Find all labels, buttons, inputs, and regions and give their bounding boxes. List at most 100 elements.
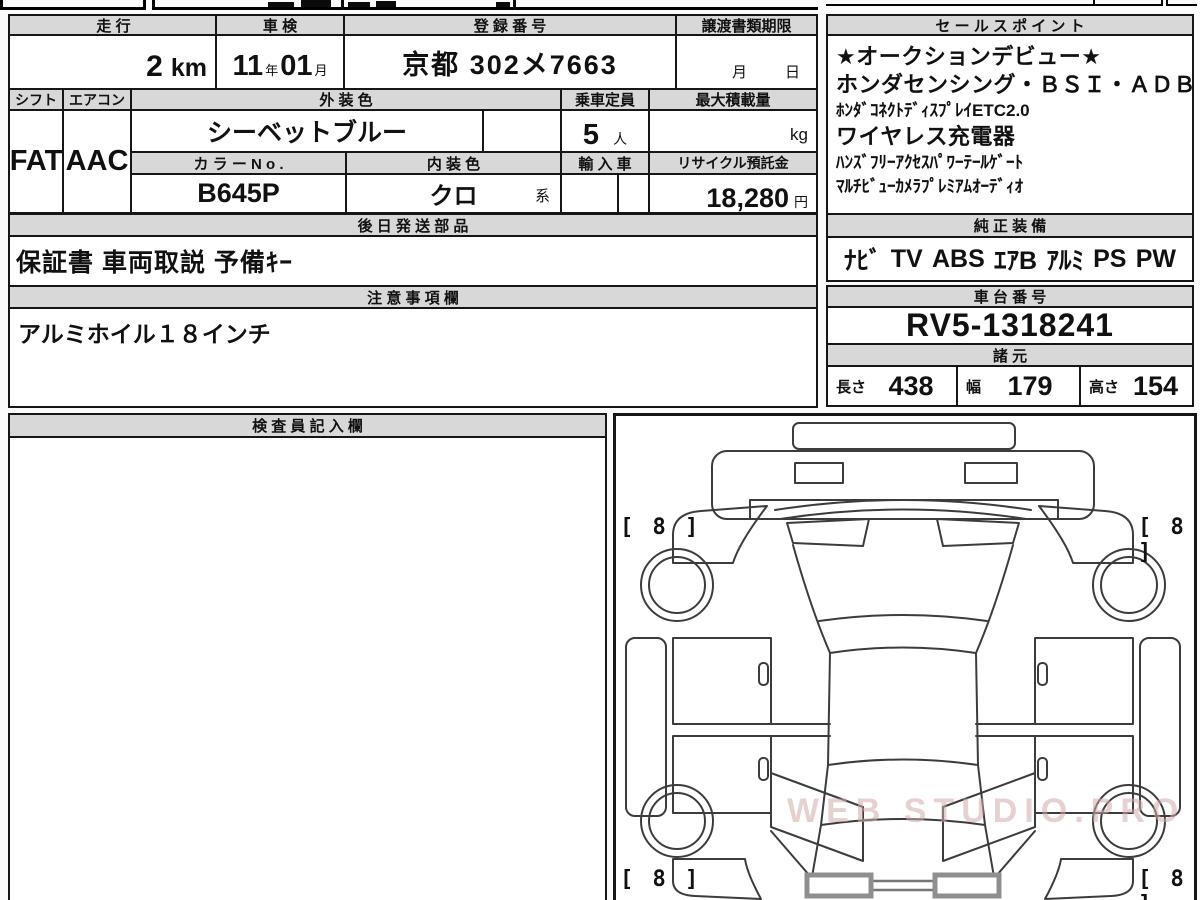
spec-width-label: 幅 bbox=[966, 378, 982, 396]
inspection-month-unit: 月 bbox=[314, 63, 328, 78]
inspection-header: 車 検 bbox=[215, 14, 345, 36]
recycle-deposit-value: 18,280 bbox=[706, 183, 789, 213]
import-header: 輸 入 車 bbox=[560, 151, 650, 175]
car-wheel-front-right-inner bbox=[1100, 556, 1158, 614]
remnant-glyph-fragment bbox=[376, 1, 396, 7]
spec-width-value: 179 bbox=[1007, 370, 1053, 401]
sales-point-line: ﾎﾝﾀﾞｺﾈｸﾄﾃﾞｨｽﾌﾟﾚｲETC2.0 bbox=[836, 101, 1030, 120]
mileage-unit: km bbox=[170, 54, 207, 82]
exterior-color-value: シーベットブルー bbox=[206, 119, 407, 147]
remnant-glyph-fragment bbox=[496, 2, 510, 7]
inspection-year: 11 bbox=[232, 50, 264, 82]
car-left-rear-handle bbox=[758, 757, 769, 781]
specs-header: 諸 元 bbox=[826, 343, 1194, 367]
inspection-value-cell: 11 年 01 月 bbox=[215, 34, 345, 90]
car-tail-side-right bbox=[984, 824, 995, 878]
equipment-item: PW bbox=[1135, 244, 1176, 273]
car-right-front-fender bbox=[1038, 505, 1134, 564]
spec-height-cell: 高さ 154 bbox=[1079, 365, 1194, 407]
remnant-divider bbox=[341, 0, 344, 10]
car-roof-side-left bbox=[827, 652, 831, 766]
car-tail-light-right bbox=[932, 872, 1002, 899]
sales-point-line: ワイヤレス充電器 bbox=[836, 124, 1016, 149]
spec-width-cell: 幅 179 bbox=[956, 365, 1081, 407]
inspector-body bbox=[8, 436, 607, 900]
tire-mark-front-right: [ 8 ] bbox=[1138, 515, 1187, 565]
maxload-cell: kg bbox=[648, 109, 818, 153]
car-wheel-front-left bbox=[640, 548, 714, 622]
car-left-rocker-lines bbox=[770, 723, 831, 737]
color-no-value: B645P bbox=[197, 178, 280, 208]
remnant-cell bbox=[0, 0, 146, 10]
equipment-item: ABS bbox=[931, 244, 985, 273]
color-no-cell: B645P bbox=[130, 173, 347, 214]
car-rear-bumper-lines bbox=[871, 879, 935, 892]
chassis-header: 車 台 番 号 bbox=[826, 285, 1194, 308]
capacity-cell: 5 人 bbox=[560, 109, 650, 153]
chassis-cell: RV5-1318241 bbox=[826, 306, 1194, 345]
car-tail-side-left bbox=[811, 824, 822, 878]
exterior-color-header: 外 装 色 bbox=[130, 88, 562, 111]
registration-value: 京都 302メ7663 bbox=[402, 49, 618, 80]
watermark: WEB STUDIO.PRO bbox=[787, 792, 1186, 830]
tire-mark-rear-left: [ 8 ] bbox=[620, 867, 702, 892]
recycle-deposit-unit: 円 bbox=[794, 194, 808, 210]
equipment-item: ｱﾙﾐ bbox=[1046, 247, 1084, 275]
car-wheel-rear-left-inner bbox=[648, 792, 706, 850]
notes-header: 注 意 事 項 欄 bbox=[8, 285, 818, 309]
sales-points-header: セ ー ル ス ポ イ ン ト bbox=[826, 14, 1194, 36]
equipment-item: PS bbox=[1093, 244, 1127, 273]
transfer-month-label: 月 bbox=[731, 64, 747, 81]
remnant-glyph-fragment bbox=[348, 2, 370, 7]
spec-height-value: 154 bbox=[1132, 370, 1179, 401]
import-empty-cell-2 bbox=[617, 173, 650, 214]
car-front-strip bbox=[792, 422, 1016, 450]
transfer-day-label: 日 bbox=[784, 64, 800, 81]
sales-point-line: ホンダセンシング・ＢＳＩ・ＡＤＢ bbox=[836, 72, 1197, 97]
sales-point-line: ★オークションデビュー★ bbox=[836, 44, 1102, 69]
mileage-value: 2 bbox=[146, 50, 163, 83]
import-empty-cell-1 bbox=[560, 173, 619, 214]
recycle-deposit-cell: 18,280 円 bbox=[648, 173, 818, 214]
interior-color-value: クロ bbox=[429, 183, 478, 210]
registration-header: 登 録 番 号 bbox=[343, 14, 677, 36]
remnant-glyph-fragment bbox=[301, 0, 331, 7]
equipment-item: ｴｱB bbox=[994, 247, 1038, 275]
mileage-value-cell: 2 km bbox=[8, 34, 219, 90]
interior-color-suffix: 系 bbox=[534, 188, 550, 205]
car-left-front-handle bbox=[758, 662, 769, 686]
car-roof-side-right bbox=[975, 652, 979, 766]
spec-height-label: 高さ bbox=[1089, 378, 1120, 396]
shift-value-cell: FAT bbox=[8, 109, 64, 214]
car-roof-front-arc bbox=[829, 646, 977, 654]
mileage-header: 走 行 bbox=[8, 14, 219, 36]
car-wheel-front-left-inner bbox=[648, 556, 706, 614]
car-right-front-door bbox=[1034, 637, 1134, 725]
tire-mark-front-left: [ 8 ] bbox=[620, 515, 702, 540]
remnant-cell bbox=[1093, 0, 1163, 6]
maxload-unit: kg bbox=[790, 125, 808, 144]
car-hood-side-left bbox=[792, 544, 831, 654]
recycle-deposit-header: リサイクル預託金 bbox=[648, 151, 818, 175]
later-parts-cell: 保証書 車両取説 予備ｷｰ bbox=[8, 235, 818, 287]
car-right-rocker-lines bbox=[975, 723, 1036, 737]
inspector-header: 検 査 員 記 入 欄 bbox=[8, 413, 607, 438]
inspection-year-unit: 年 bbox=[265, 63, 279, 78]
color-no-header: カ ラ ー N o . bbox=[130, 151, 347, 175]
spec-length-cell: 長さ 438 bbox=[826, 365, 958, 407]
transfer-deadline-cell: 月 日 bbox=[675, 34, 818, 90]
spec-length-label: 長さ bbox=[836, 378, 867, 396]
capacity-header: 乗車定員 bbox=[560, 88, 650, 111]
car-tail-light-left bbox=[804, 872, 874, 899]
inspection-month: 01 bbox=[280, 50, 313, 82]
aircon-header: エアコン bbox=[62, 88, 132, 111]
capacity-value: 5 bbox=[582, 119, 600, 151]
later-parts-value: 保証書 車両取説 予備ｷｰ bbox=[16, 249, 293, 277]
car-left-rear-door bbox=[672, 735, 772, 814]
interior-color-header: 内 装 色 bbox=[345, 151, 562, 175]
car-wheel-rear-left bbox=[640, 784, 714, 858]
later-parts-header: 後 日 発 送 部 品 bbox=[8, 213, 818, 237]
notes-cell: アルミホイル１８インチ bbox=[8, 307, 818, 408]
car-front-vent-left bbox=[794, 462, 844, 484]
sales-point-line: ﾏﾙﾁﾋﾞｭｰｶﾒﾗﾌﾟﾚﾐｱﾑｵｰﾃﾞｨｵ bbox=[836, 177, 1023, 196]
